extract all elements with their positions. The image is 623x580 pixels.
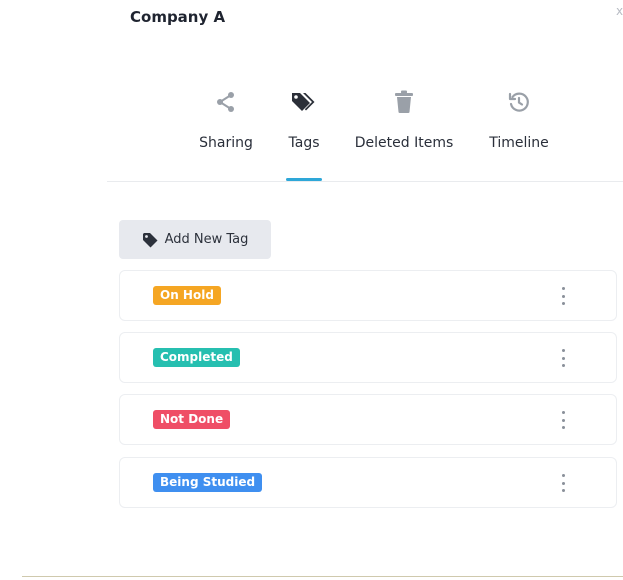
tag-icon <box>142 232 158 248</box>
more-options-icon[interactable] <box>560 349 566 367</box>
close-icon[interactable]: x <box>616 4 623 18</box>
tags-icon <box>290 88 318 116</box>
footer-divider <box>22 576 623 577</box>
more-options-icon[interactable] <box>560 287 566 305</box>
tabs-divider <box>107 181 623 182</box>
share-icon <box>212 88 240 116</box>
add-new-tag-label: Add New Tag <box>164 232 249 247</box>
tab-timeline-label: Timeline <box>489 135 549 151</box>
tab-deleted-items[interactable]: Deleted Items <box>352 82 456 182</box>
tag-row: Completed <box>119 332 617 383</box>
tab-tags-label: Tags <box>288 135 320 151</box>
tab-sharing[interactable]: Sharing <box>196 82 256 182</box>
panel-title: Company A <box>130 8 226 26</box>
tab-timeline[interactable]: Timeline <box>486 82 552 182</box>
tag-badge[interactable]: Completed <box>153 348 240 367</box>
trash-icon <box>390 88 418 116</box>
tag-badge[interactable]: On Hold <box>153 286 221 305</box>
tag-badge[interactable]: Being Studied <box>153 473 263 492</box>
more-options-icon[interactable] <box>560 474 566 492</box>
tab-bar: Sharing Tags Deleted Items Timeline <box>0 82 623 182</box>
tag-row: Being Studied <box>119 457 617 508</box>
add-new-tag-button[interactable]: Add New Tag <box>119 220 271 259</box>
more-options-icon[interactable] <box>560 411 566 429</box>
tab-deleted-items-label: Deleted Items <box>354 135 454 151</box>
history-icon <box>505 88 533 116</box>
tab-tags[interactable]: Tags <box>282 82 326 182</box>
tag-row: Not Done <box>119 394 617 445</box>
tag-badge[interactable]: Not Done <box>153 410 231 429</box>
tab-sharing-label: Sharing <box>199 135 253 151</box>
tag-row: On Hold <box>119 270 617 321</box>
